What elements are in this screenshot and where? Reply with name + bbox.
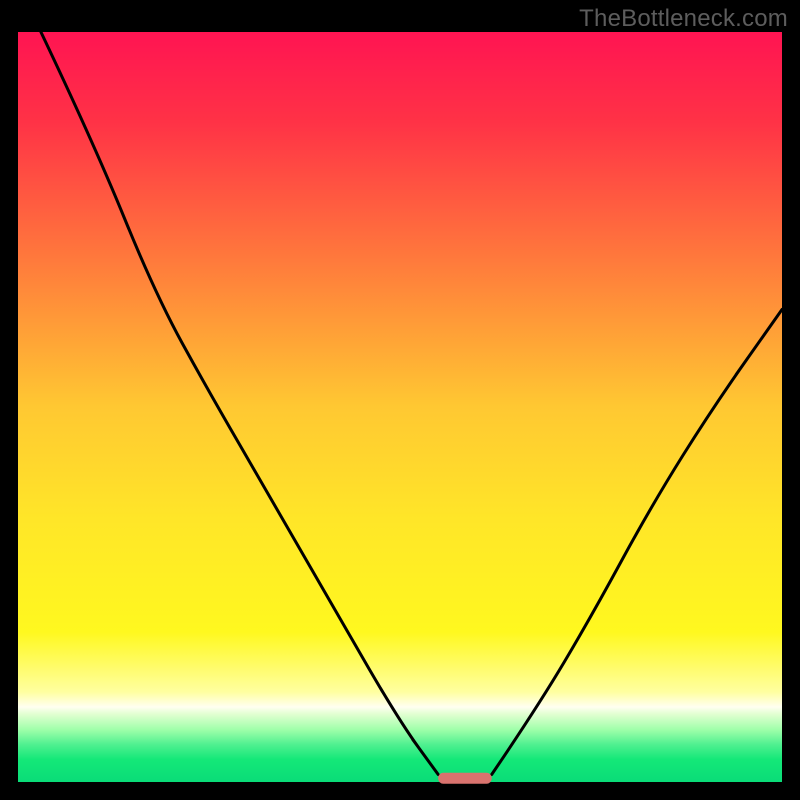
optimal-marker [438, 773, 491, 784]
chart-svg [0, 0, 800, 800]
plot-background [18, 32, 782, 782]
watermark-text: TheBottleneck.com [579, 5, 788, 33]
chart-frame: TheBottleneck.com [0, 0, 800, 800]
